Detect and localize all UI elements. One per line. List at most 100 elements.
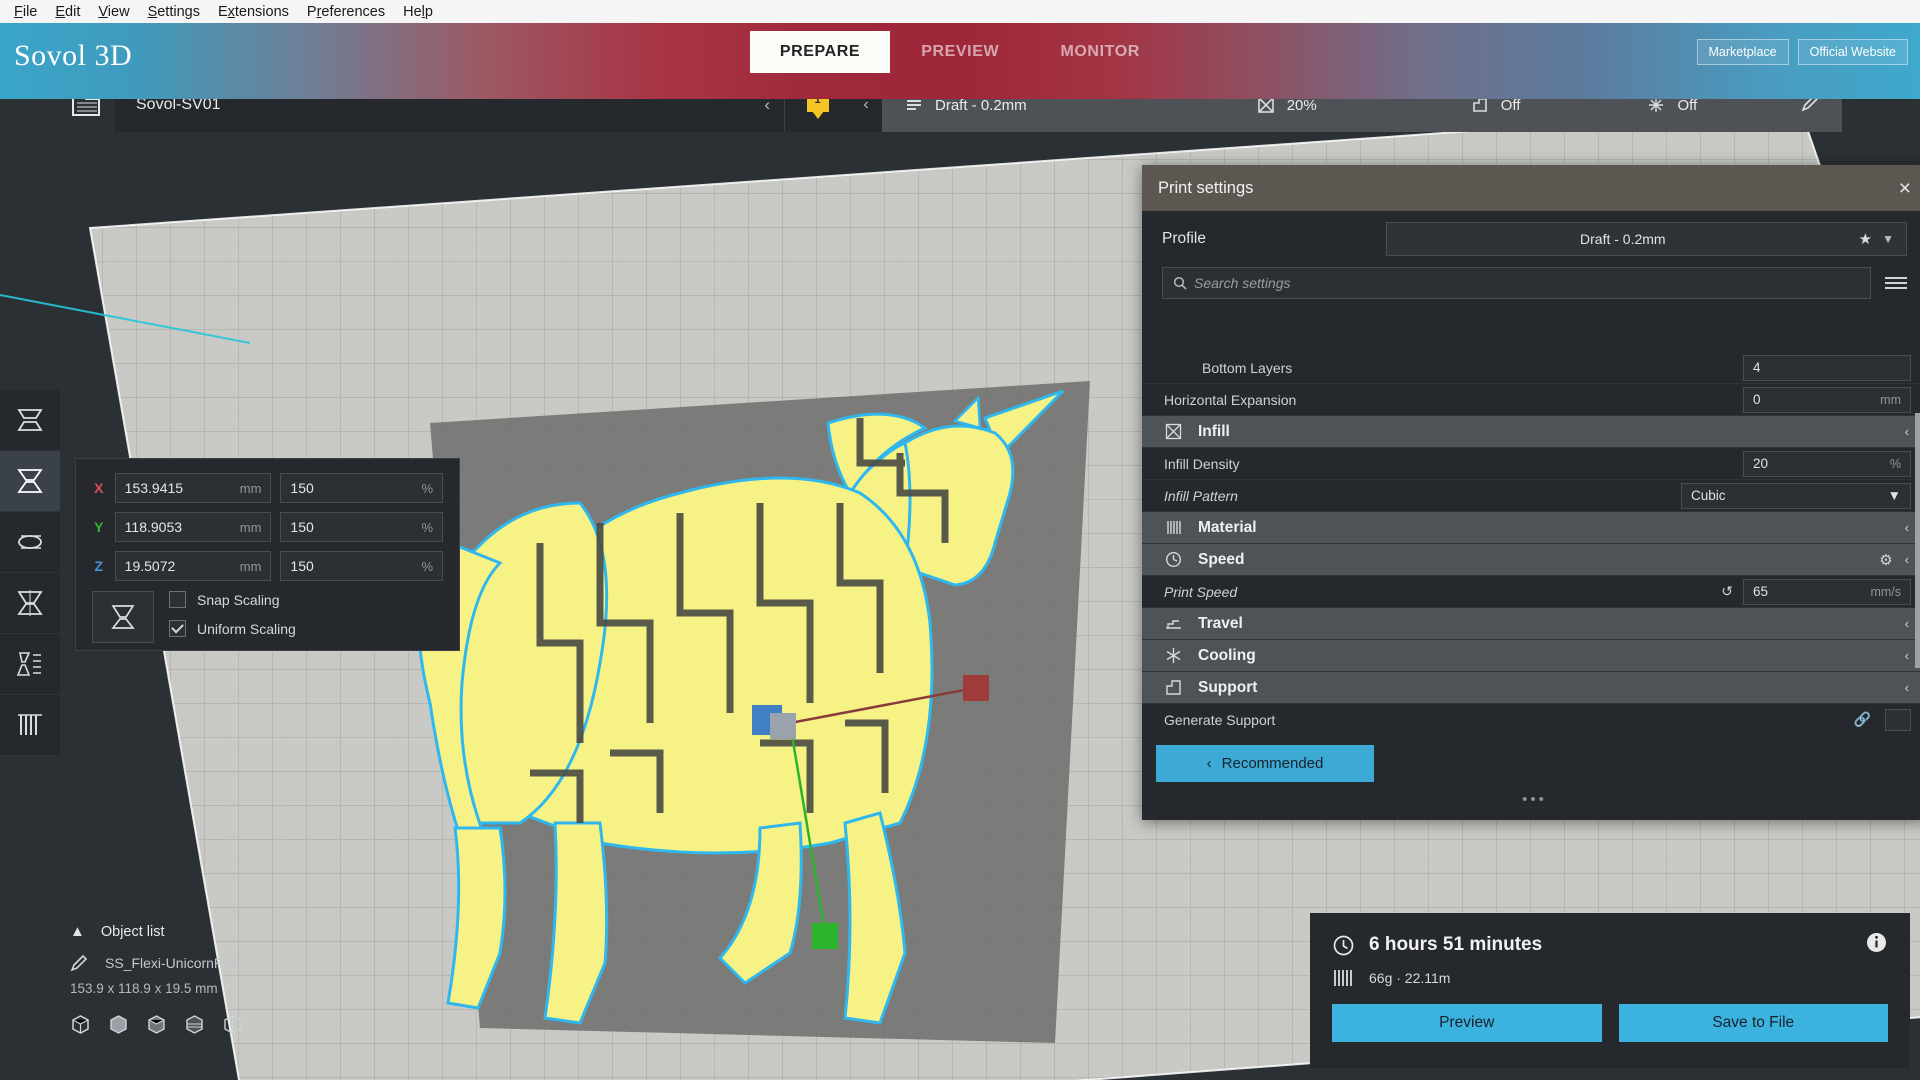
preview-button[interactable]: Preview: [1332, 1004, 1602, 1042]
settings-scrollbar[interactable]: [1915, 413, 1920, 668]
info-icon[interactable]: [1865, 931, 1888, 959]
setting-row-bottom-layers[interactable]: Bottom Layers 4: [1142, 352, 1920, 384]
infill-pattern-dropdown[interactable]: Cubic ▼: [1681, 482, 1911, 509]
setting-label: Infill Pattern: [1164, 487, 1238, 504]
profile-select[interactable]: Draft - 0.2mm ★ ▼: [1386, 222, 1907, 256]
support-blocker-tool[interactable]: [0, 695, 60, 756]
infill-icon: [1164, 422, 1198, 441]
settings-visibility-menu-button[interactable]: [1885, 277, 1907, 289]
category-label: Cooling: [1198, 646, 1256, 664]
scale-z-input[interactable]: 19.5072 mm: [114, 551, 272, 581]
setting-row-print-speed[interactable]: Print Speed ↺ 65 mm/s: [1142, 576, 1920, 608]
tab-monitor[interactable]: MONITOR: [1030, 31, 1170, 73]
per-model-settings-tool[interactable]: [0, 634, 60, 695]
snap-scaling-row[interactable]: Snap Scaling: [169, 591, 296, 608]
revert-icon[interactable]: ↺: [1721, 583, 1733, 600]
scale-x-percent-input[interactable]: 150 %: [280, 473, 443, 503]
layer-view-icon[interactable]: [184, 1014, 205, 1040]
scale-z-percent-input[interactable]: 150 %: [280, 551, 443, 581]
gizmo-center-handle: [770, 713, 796, 739]
material-value: 66g · 22.11m: [1369, 970, 1451, 986]
material-row: 66g · 22.11m: [1332, 968, 1888, 988]
save-to-file-button[interactable]: Save to File: [1618, 1004, 1888, 1042]
bottom-layers-input[interactable]: 4: [1743, 354, 1911, 381]
snap-scaling-label: Snap Scaling: [197, 591, 280, 608]
setting-row-infill-pattern[interactable]: Infill Pattern Cubic ▼: [1142, 480, 1920, 512]
setting-label: Generate Support: [1164, 711, 1276, 728]
recommended-mode-button[interactable]: ‹ Recommended: [1156, 745, 1374, 782]
support-value: Off: [1500, 96, 1521, 114]
category-material[interactable]: Material ‹: [1142, 512, 1920, 544]
search-input[interactable]: [1194, 275, 1860, 291]
official-website-button[interactable]: Official Website: [1797, 39, 1908, 65]
menu-help[interactable]: Help: [395, 2, 441, 22]
marketplace-button[interactable]: Marketplace: [1696, 39, 1789, 65]
link-icon[interactable]: 🔗: [1854, 711, 1871, 728]
scale-x-percent: 150: [290, 480, 314, 496]
gear-icon[interactable]: ⚙: [1879, 551, 1892, 569]
menu-file[interactable]: File: [6, 2, 45, 22]
setting-control[interactable]: 0 mm: [1743, 386, 1911, 413]
close-icon[interactable]: ×: [1899, 178, 1911, 199]
scale-y-value: 118.9053: [124, 519, 183, 535]
uniform-scaling-checkbox[interactable]: [169, 620, 186, 637]
rotate-tool-icon: [18, 535, 42, 549]
category-travel[interactable]: Travel ‹: [1142, 608, 1920, 640]
infill-value: 20%: [1286, 96, 1317, 114]
scale-y-input[interactable]: 118.9053 mm: [114, 512, 272, 542]
uniform-scaling-row[interactable]: Uniform Scaling: [169, 620, 296, 637]
setting-row-infill-density[interactable]: Infill Density 20 %: [1142, 448, 1920, 480]
snap-scaling-checkbox[interactable]: [169, 591, 186, 608]
horizontal-expansion-input[interactable]: 0 mm: [1743, 386, 1911, 413]
tab-prepare[interactable]: PREPARE: [749, 31, 891, 73]
mirror-tool[interactable]: [0, 573, 60, 634]
menu-settings[interactable]: Settings: [140, 2, 208, 22]
setting-row-horizontal-expansion[interactable]: Horizontal Expansion 0 mm: [1142, 384, 1920, 416]
xray-view-icon[interactable]: [108, 1014, 129, 1040]
star-icon[interactable]: ★: [1859, 230, 1882, 248]
menu-edit[interactable]: Edit: [47, 2, 88, 22]
scale-z-percent: 150: [290, 558, 314, 574]
compare-view-icon[interactable]: [222, 1014, 243, 1040]
category-speed[interactable]: Speed ⚙ ‹: [1142, 544, 1920, 576]
scale-tool[interactable]: [0, 451, 60, 512]
print-info-panel: 6 hours 51 minutes 66g · 22.11m Preview …: [1310, 913, 1910, 1068]
category-infill[interactable]: Infill ‹: [1142, 416, 1920, 448]
category-cooling[interactable]: Cooling ‹: [1142, 640, 1920, 672]
setting-control[interactable]: 20 %: [1743, 450, 1911, 477]
setting-control[interactable]: 4: [1743, 354, 1911, 381]
search-settings-box[interactable]: [1162, 267, 1871, 299]
category-support[interactable]: Support ‹: [1142, 672, 1920, 704]
object-list-toggle[interactable]: ▲ Object list: [70, 923, 243, 940]
chevron-down-icon[interactable]: ▼: [1882, 232, 1906, 246]
setting-control[interactable]: ↺ 65 mm/s: [1721, 578, 1911, 605]
menu-extensions[interactable]: Extensions: [210, 2, 297, 22]
menu-preferences[interactable]: Preferences: [299, 2, 393, 22]
setting-value: 4: [1753, 360, 1761, 375]
print-speed-input[interactable]: 65 mm/s: [1743, 578, 1911, 605]
wireframe-view-icon[interactable]: [146, 1014, 167, 1040]
move-tool[interactable]: [0, 390, 60, 451]
rotate-tool[interactable]: [0, 512, 60, 573]
category-label: Travel: [1198, 614, 1243, 632]
chevron-down-icon: ▼: [1887, 488, 1901, 503]
settings-list[interactable]: Bottom Layers 4 Horizontal Expansion 0 m…: [1142, 352, 1920, 734]
scale-x-input[interactable]: 153.9415 mm: [114, 473, 272, 503]
scale-y-percent-input[interactable]: 150 %: [280, 512, 443, 542]
material-icon: [1164, 518, 1198, 537]
solid-view-icon[interactable]: [70, 1014, 91, 1040]
object-list-item[interactable]: SS_Flexi-UnicornFlat: [70, 953, 243, 972]
tab-preview[interactable]: PREVIEW: [890, 31, 1030, 73]
menu-view[interactable]: View: [90, 2, 137, 22]
resize-handle[interactable]: •••: [1142, 791, 1920, 808]
setting-value: Cubic: [1691, 488, 1726, 503]
profile-value: Draft - 0.2mm: [1580, 231, 1666, 247]
pencil-icon: [70, 954, 88, 972]
infill-density-input[interactable]: 20 %: [1743, 450, 1911, 477]
scale-y-unit: mm: [239, 519, 262, 535]
print-time-value: 6 hours 51 minutes: [1369, 934, 1543, 955]
reset-scale-button[interactable]: [92, 591, 154, 643]
setting-unit: mm: [1880, 392, 1901, 407]
menu-bar: File Edit View Settings Extensions Prefe…: [0, 0, 1920, 23]
generate-support-checkbox[interactable]: [1885, 708, 1911, 731]
